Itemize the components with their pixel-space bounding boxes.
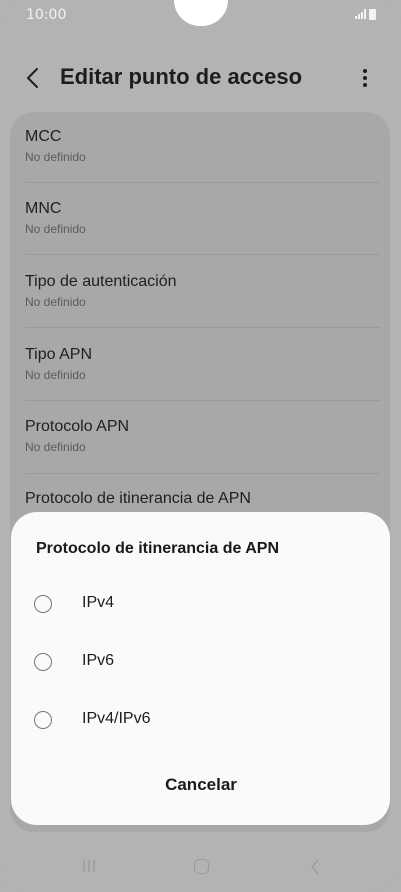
- more-options-icon[interactable]: [358, 67, 372, 89]
- divider: [25, 327, 380, 328]
- list-item-mnc[interactable]: MNC No definido: [25, 200, 380, 236]
- divider: [25, 254, 380, 255]
- camera-notch: [174, 0, 228, 26]
- list-item-apn-protocol[interactable]: Protocolo APN No definido: [25, 418, 380, 454]
- option-ipv4-ipv6[interactable]: IPv4/IPv6: [34, 702, 364, 742]
- screen-background: 10:00 Editar punto de acceso MCC No defi…: [0, 0, 401, 892]
- nav-back-icon[interactable]: [309, 858, 321, 876]
- divider: [25, 473, 380, 474]
- recent-apps-icon[interactable]: [82, 858, 96, 874]
- radio-unselected-icon[interactable]: [34, 711, 52, 729]
- cancel-button[interactable]: Cancelar: [131, 768, 271, 802]
- item-title: MNC: [25, 200, 62, 217]
- item-title: Protocolo de itinerancia de APN: [25, 490, 251, 507]
- option-label: IPv6: [82, 652, 115, 669]
- battery-icon: [369, 9, 376, 20]
- divider: [25, 182, 380, 183]
- status-time: 10:00: [26, 7, 67, 23]
- status-bar: 10:00: [0, 0, 401, 32]
- item-subtitle: No definido: [25, 150, 86, 164]
- dialog-title: Protocolo de itinerancia de APN: [36, 540, 280, 557]
- item-subtitle: No definido: [25, 295, 86, 309]
- item-subtitle: No definido: [25, 440, 86, 454]
- item-subtitle: No definido: [25, 368, 86, 382]
- list-item-mcc[interactable]: MCC No definido: [25, 128, 380, 164]
- app-header: Editar punto de acceso: [0, 58, 401, 98]
- list-item-apn-type[interactable]: Tipo APN No definido: [25, 346, 380, 382]
- option-label: IPv4: [82, 594, 115, 611]
- signal-icon: [355, 9, 366, 19]
- item-title: Tipo de autenticación: [25, 273, 177, 290]
- back-arrow-icon[interactable]: [25, 66, 41, 90]
- navigation-bar: [0, 850, 401, 892]
- divider: [25, 400, 380, 401]
- home-icon[interactable]: [194, 859, 209, 874]
- item-title: Protocolo APN: [25, 418, 130, 435]
- list-item-auth-type[interactable]: Tipo de autenticación No definido: [25, 273, 380, 309]
- option-ipv4[interactable]: IPv4: [34, 586, 364, 626]
- page-title: Editar punto de acceso: [60, 64, 303, 89]
- option-ipv6[interactable]: IPv6: [34, 644, 364, 684]
- item-subtitle: No definido: [25, 222, 86, 236]
- list-item-apn-roaming-protocol[interactable]: Protocolo de itinerancia de APN: [25, 490, 380, 508]
- radio-unselected-icon[interactable]: [34, 653, 52, 671]
- radio-unselected-icon[interactable]: [34, 595, 52, 613]
- item-title: Tipo APN: [25, 346, 92, 363]
- item-title: MCC: [25, 128, 62, 145]
- roaming-protocol-dialog: Protocolo de itinerancia de APN IPv4 IPv…: [11, 512, 390, 825]
- option-label: IPv4/IPv6: [82, 710, 151, 727]
